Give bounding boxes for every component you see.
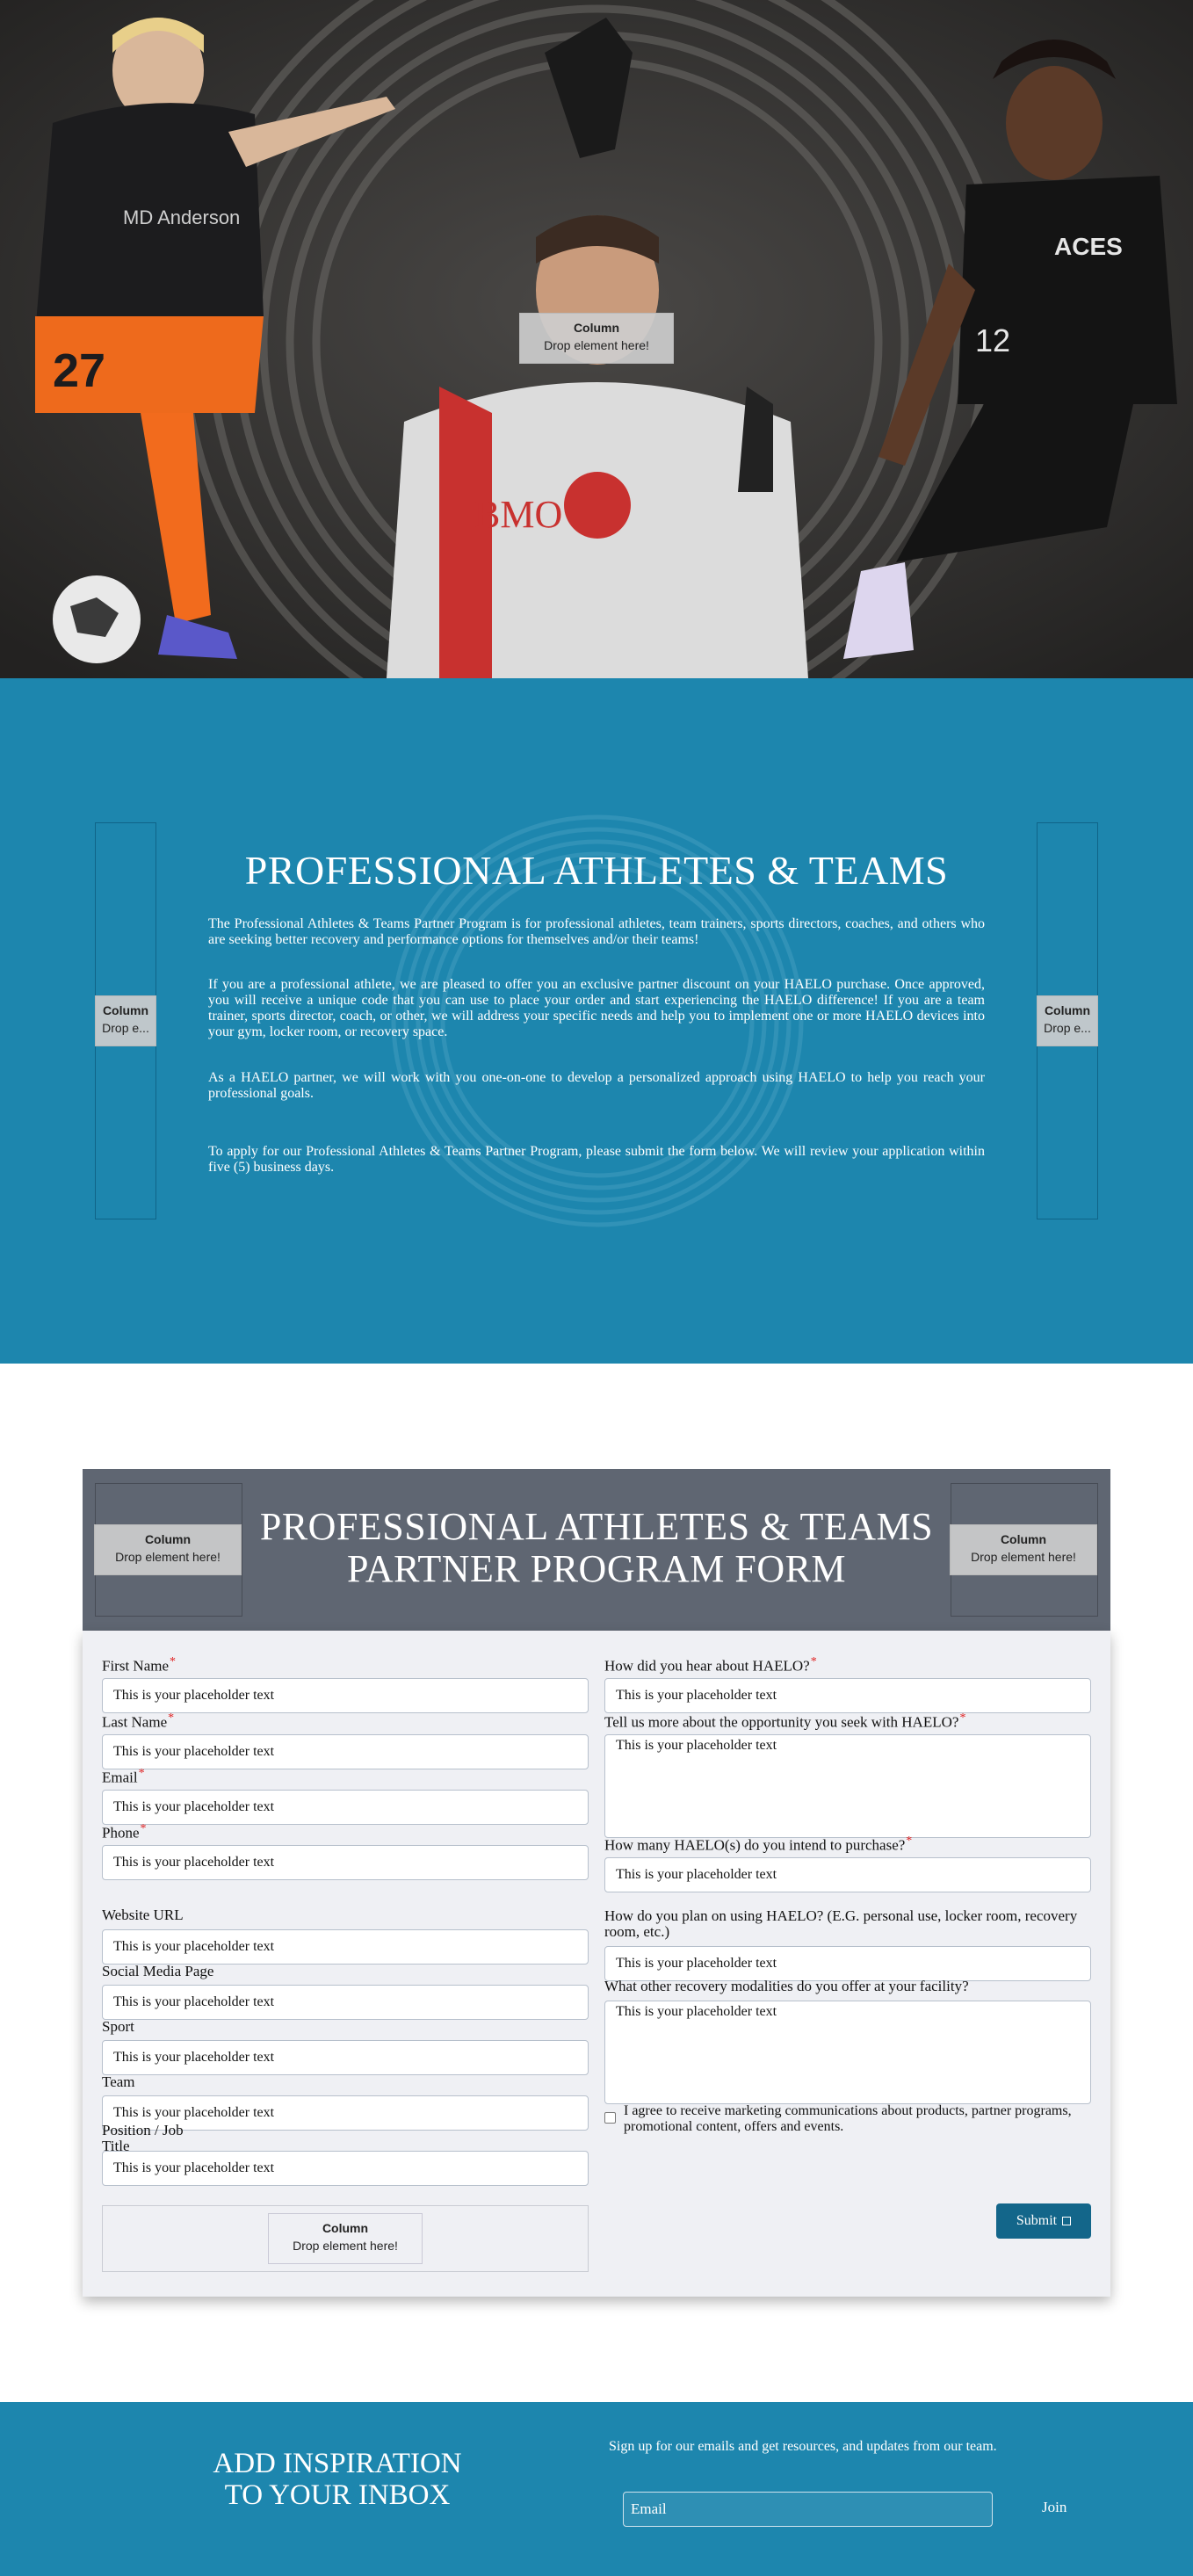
join-button[interactable]: Join bbox=[1042, 2499, 1066, 2516]
hero-banner: MD Anderson 27 BMO 12 ACES Column Drop e… bbox=[0, 0, 1193, 678]
apply-paragraph: To apply for our Professional Athletes &… bbox=[208, 1144, 985, 1175]
modalities-label: What other recovery modalities do you of… bbox=[604, 1978, 969, 1994]
last-name-label: Last Name* bbox=[102, 1711, 175, 1731]
heard-input[interactable]: This is your placeholder text bbox=[604, 1678, 1091, 1713]
required-marker: * bbox=[959, 1711, 966, 1725]
website-input[interactable]: This is your placeholder text bbox=[102, 1929, 589, 1965]
last-name-input[interactable]: This is your placeholder text bbox=[102, 1734, 589, 1769]
required-marker: * bbox=[170, 1655, 177, 1668]
column-placeholder-text: Drop element here! bbox=[971, 1550, 1076, 1564]
opportunity-label: Tell us more about the opportunity you s… bbox=[604, 1711, 966, 1731]
column-placeholder-text: Drop element here! bbox=[293, 2239, 398, 2253]
social-media-input[interactable]: This is your placeholder text bbox=[102, 1985, 589, 2020]
email-input[interactable]: This is your placeholder text bbox=[102, 1790, 589, 1825]
team-label: Team bbox=[102, 2073, 135, 2090]
svg-text:ACES: ACES bbox=[1054, 233, 1123, 260]
modalities-textarea[interactable]: This is your placeholder text bbox=[604, 2001, 1091, 2104]
column-placeholder-text: Drop element here! bbox=[544, 338, 649, 352]
program-intro-section: Column Drop e... Column Drop e... PROFES… bbox=[0, 678, 1193, 1364]
submit-square-icon bbox=[1062, 2217, 1072, 2225]
form-header-left-column: Column Drop element here! bbox=[94, 1483, 242, 1617]
column-placeholder-text: Drop e... bbox=[102, 1021, 149, 1035]
usage-input[interactable]: This is your placeholder text bbox=[604, 1946, 1091, 1981]
required-marker: * bbox=[810, 1655, 817, 1668]
required-marker: * bbox=[138, 1767, 145, 1780]
required-marker: * bbox=[906, 1834, 913, 1848]
form-header-right-placeholder[interactable]: Column Drop element here! bbox=[950, 1524, 1097, 1575]
website-label: Website URL bbox=[102, 1907, 184, 1923]
right-side-column: Column Drop e... bbox=[1037, 822, 1098, 1219]
left-side-column: Column Drop e... bbox=[95, 822, 156, 1219]
left-column-placeholder[interactable]: Column Drop e... bbox=[95, 995, 156, 1046]
sport-label: Sport bbox=[102, 2018, 134, 2035]
column-placeholder-title: Column bbox=[1000, 1532, 1047, 1546]
column-placeholder-title: Column bbox=[322, 2221, 369, 2235]
svg-text:MD Anderson: MD Anderson bbox=[123, 206, 240, 228]
email-label: Email* bbox=[102, 1767, 145, 1786]
column-placeholder-title: Column bbox=[1044, 1003, 1091, 1017]
consent-checkbox[interactable] bbox=[604, 2112, 616, 2124]
newsletter-email-input[interactable]: Email bbox=[623, 2492, 993, 2527]
required-marker: * bbox=[140, 1822, 147, 1835]
usage-label: How do you plan on using HAELO? (E.G. pe… bbox=[604, 1907, 1078, 1940]
submit-label: Submit bbox=[1016, 2213, 1058, 2228]
social-media-label: Social Media Page bbox=[102, 1963, 214, 1979]
position-input[interactable]: This is your placeholder text bbox=[102, 2151, 589, 2186]
required-marker: * bbox=[168, 1711, 175, 1725]
column-placeholder-title: Column bbox=[573, 321, 620, 335]
phone-input[interactable]: This is your placeholder text bbox=[102, 1845, 589, 1880]
position-label: Position / Job Title bbox=[102, 2122, 184, 2154]
form-header: Column Drop element here! PROFESSIONAL A… bbox=[83, 1469, 1110, 1631]
newsletter-subtitle: Sign up for our emails and get resources… bbox=[609, 2439, 997, 2454]
newsletter-footer: ADD INSPIRATION TO YOUR INBOX Sign up fo… bbox=[0, 2402, 1193, 2576]
consent-text: I agree to receive marketing communicati… bbox=[624, 2103, 1072, 2134]
column-placeholder-text: Drop element here! bbox=[115, 1550, 221, 1564]
intro-paragraph: The Professional Athletes & Teams Partne… bbox=[208, 916, 985, 947]
first-name-label: First Name* bbox=[102, 1655, 177, 1675]
marketing-consent: I agree to receive marketing communicati… bbox=[604, 2103, 1096, 2135]
first-name-input[interactable]: This is your placeholder text bbox=[102, 1678, 589, 1713]
column-placeholder-text: Drop e... bbox=[1044, 1021, 1091, 1035]
svg-text:12: 12 bbox=[975, 322, 1010, 358]
form-bottom-column: Column Drop element here! bbox=[102, 2205, 589, 2272]
partner-paragraph: As a HAELO partner, we will work with yo… bbox=[208, 1070, 985, 1101]
opportunity-textarea[interactable]: This is your placeholder text bbox=[604, 1734, 1091, 1838]
form-header-right-column: Column Drop element here! bbox=[950, 1483, 1098, 1617]
phone-label: Phone* bbox=[102, 1822, 147, 1842]
form-title: PROFESSIONAL ATHLETES & TEAMS PARTNER PR… bbox=[259, 1505, 934, 1590]
submit-button[interactable]: Submit bbox=[996, 2203, 1091, 2239]
partner-program-form: First Name* This is your placeholder tex… bbox=[83, 1631, 1110, 2297]
discount-paragraph: If you are a professional athlete, we ar… bbox=[208, 977, 985, 1039]
form-header-left-placeholder[interactable]: Column Drop element here! bbox=[94, 1524, 242, 1575]
quantity-label: How many HAELO(s) do you intend to purch… bbox=[604, 1834, 913, 1854]
form-bottom-placeholder[interactable]: Column Drop element here! bbox=[268, 2213, 423, 2264]
column-placeholder-title: Column bbox=[144, 1532, 192, 1546]
right-column-placeholder[interactable]: Column Drop e... bbox=[1037, 995, 1098, 1046]
newsletter-title: ADD INSPIRATION TO YOUR INBOX bbox=[213, 2448, 462, 2511]
heard-label: How did you hear about HAELO?* bbox=[604, 1655, 817, 1675]
hero-column-placeholder[interactable]: Column Drop element here! bbox=[519, 313, 674, 364]
column-placeholder-title: Column bbox=[102, 1003, 149, 1017]
section-title: PROFESSIONAL ATHLETES & TEAMS bbox=[244, 848, 949, 893]
svg-text:27: 27 bbox=[53, 344, 105, 397]
svg-text:BMO: BMO bbox=[474, 493, 562, 536]
sport-input[interactable]: This is your placeholder text bbox=[102, 2040, 589, 2075]
quantity-input[interactable]: This is your placeholder text bbox=[604, 1857, 1091, 1892]
